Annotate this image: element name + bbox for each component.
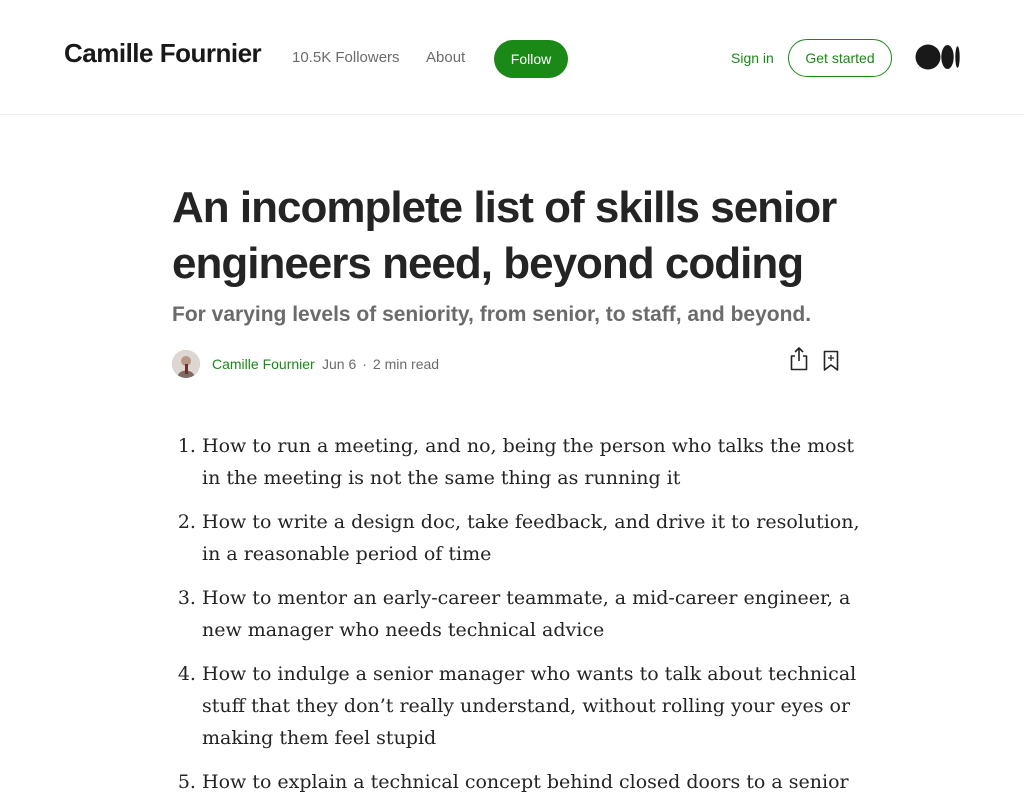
bookmark-icon[interactable] bbox=[822, 350, 840, 372]
publish-date: Jun 6 bbox=[322, 356, 357, 372]
byline: Camille Fournier Jun 6 · 2 min read bbox=[172, 347, 862, 380]
list-item: How to write a design doc, take feedback… bbox=[202, 506, 862, 570]
article-meta: Jun 6 · 2 min read bbox=[322, 356, 439, 372]
article-subtitle: For varying levels of seniority, from se… bbox=[172, 303, 812, 326]
author-link[interactable]: Camille Fournier bbox=[212, 356, 315, 372]
list-item: How to run a meeting, and no, being the … bbox=[202, 430, 862, 494]
get-started-button[interactable]: Get started bbox=[788, 39, 892, 77]
medium-logo-icon[interactable] bbox=[915, 44, 961, 70]
read-time: 2 min read bbox=[372, 356, 440, 372]
publication-brand[interactable]: Camille Fournier bbox=[64, 38, 262, 69]
article-title: An incomplete list of skills senior engi… bbox=[172, 183, 837, 288]
article: An incomplete list of skills senior engi… bbox=[172, 180, 862, 810]
list-item: How to explain a technical concept behin… bbox=[202, 766, 862, 798]
meta-separator: · bbox=[362, 356, 367, 372]
list-item: How to indulge a senior manager who want… bbox=[202, 658, 862, 754]
author-avatar[interactable] bbox=[172, 350, 200, 378]
list-item: How to mentor an early-career teammate, … bbox=[202, 582, 862, 646]
skills-list: How to run a meeting, and no, being the … bbox=[172, 430, 862, 798]
about-link[interactable]: About bbox=[426, 49, 465, 66]
top-bar: Camille Fournier 10.5K Followers About F… bbox=[0, 0, 1024, 115]
follow-button[interactable]: Follow bbox=[494, 40, 568, 78]
sign-in-link[interactable]: Sign in bbox=[731, 50, 774, 66]
avatar-image bbox=[172, 350, 200, 378]
share-icon[interactable] bbox=[788, 346, 810, 372]
followers-link[interactable]: 10.5K Followers bbox=[292, 49, 400, 66]
